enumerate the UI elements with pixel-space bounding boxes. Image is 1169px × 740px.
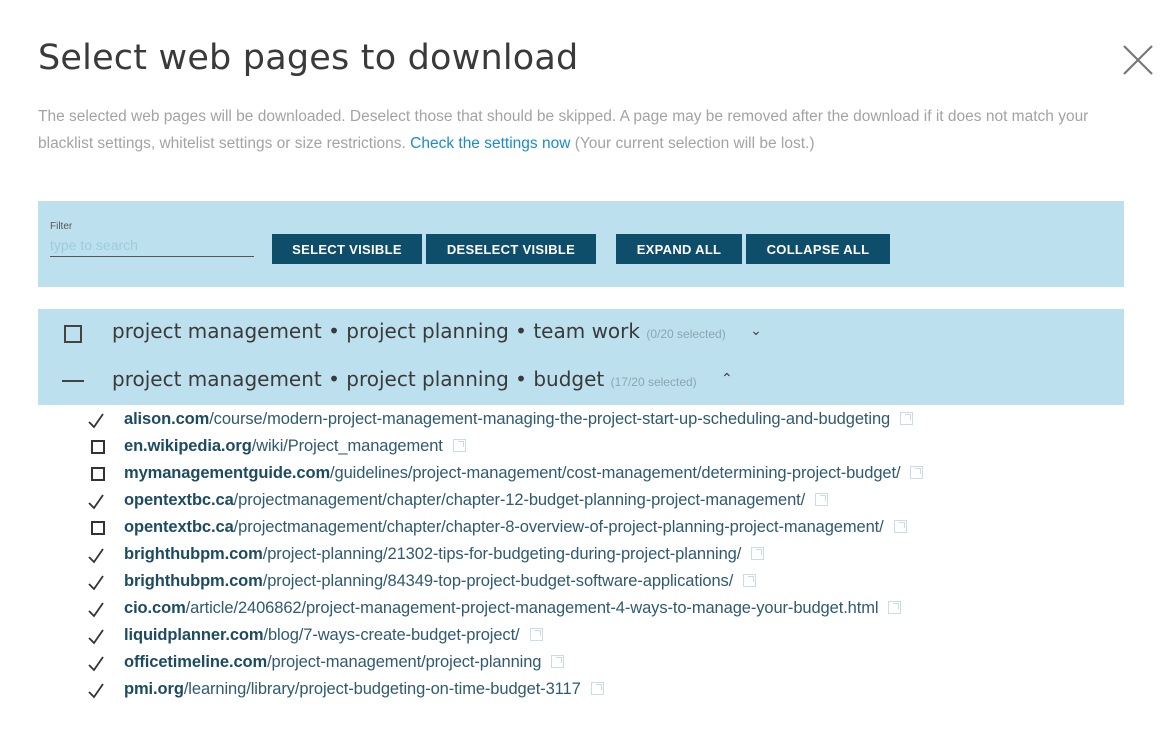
checkmark-icon[interactable] (86, 545, 106, 565)
group-row-team-work[interactable]: project management • project planning • … (38, 309, 1124, 357)
page-url: alison.com/course/modern-project-managem… (124, 410, 914, 429)
group-checkbox[interactable] (64, 325, 82, 343)
checkbox-unchecked[interactable] (91, 467, 105, 481)
checkmark-icon[interactable] (86, 653, 106, 673)
close-icon[interactable] (1118, 40, 1158, 80)
group-label: project management • project planning • … (112, 367, 605, 391)
list-item[interactable]: alison.com/course/modern-project-managem… (38, 406, 1124, 433)
page-path: /guidelines/project-management/cost-mana… (330, 464, 901, 482)
external-link-icon[interactable] (751, 547, 765, 560)
external-link-icon[interactable] (910, 466, 924, 479)
page-domain: opentextbc.ca (124, 491, 234, 509)
list-item[interactable]: liquidplanner.com/blog/7-ways-create-bud… (38, 622, 1124, 649)
external-link-icon[interactable] (743, 574, 757, 587)
page-path: /article/2406862/project-management-proj… (185, 599, 879, 617)
group-label: project management • project planning • … (112, 319, 640, 343)
page-domain: cio.com (124, 599, 186, 617)
external-link-icon[interactable] (888, 601, 902, 614)
checkmark-icon[interactable] (86, 599, 106, 619)
page-url: cio.com/article/2406862/project-manageme… (124, 599, 902, 618)
page-url: brighthubpm.com/project-planning/21302-t… (124, 545, 765, 564)
dialog-description: The selected web pages will be downloade… (38, 103, 1128, 157)
page-domain: brighthubpm.com (124, 545, 263, 563)
page-domain: opentextbc.ca (124, 518, 234, 536)
list-item[interactable]: mymanagementguide.com/guidelines/project… (38, 460, 1124, 487)
page-url: mymanagementguide.com/guidelines/project… (124, 464, 924, 483)
external-link-icon[interactable] (529, 628, 543, 641)
checkmark-icon[interactable] (86, 491, 106, 511)
expand-all-button[interactable]: EXPAND ALL (616, 234, 742, 264)
group-row-budget[interactable]: project management • project planning • … (38, 357, 1124, 405)
page-path: /projectmanagement/chapter/chapter-12-bu… (233, 491, 806, 509)
page-path: /project-planning/84349-top-project-budg… (262, 572, 734, 590)
chevron-down-icon[interactable]: ⌄ (750, 323, 762, 339)
checkmark-icon[interactable] (86, 680, 106, 700)
checkbox-unchecked[interactable] (91, 521, 105, 535)
page-domain: en.wikipedia.org (124, 437, 252, 455)
dialog-title: Select web pages to download (38, 38, 579, 78)
page-path: /blog/7-ways-create-budget-project/ (263, 626, 520, 644)
external-link-icon[interactable] (590, 682, 604, 695)
external-link-icon[interactable] (815, 493, 829, 506)
external-link-icon[interactable] (893, 520, 907, 533)
page-url: pmi.org/learning/library/project-budgeti… (124, 680, 604, 699)
page-domain: alison.com (124, 410, 210, 428)
page-path: /project-planning/21302-tips-for-budgeti… (262, 545, 742, 563)
list-item[interactable]: opentextbc.ca/projectmanagement/chapter/… (38, 487, 1124, 514)
list-item[interactable]: cio.com/article/2406862/project-manageme… (38, 595, 1124, 622)
filter-toolbar: Filter SELECT VISIBLE DESELECT VISIBLE E… (38, 201, 1124, 287)
group-count: (17/20 selected) (610, 375, 697, 389)
deselect-visible-button[interactable]: DESELECT VISIBLE (426, 234, 596, 264)
page-list: alison.com/course/modern-project-managem… (38, 406, 1124, 703)
page-url: en.wikipedia.org/wiki/Project_management (124, 437, 466, 456)
page-path: /learning/library/project-budgeting-on-t… (183, 680, 581, 698)
page-domain: liquidplanner.com (124, 626, 264, 644)
list-item[interactable]: officetimeline.com/project-management/pr… (38, 649, 1124, 676)
checkmark-icon[interactable] (86, 626, 106, 646)
chevron-up-icon[interactable]: ⌃ (721, 371, 733, 387)
external-link-icon[interactable] (452, 439, 466, 452)
list-item[interactable]: en.wikipedia.org/wiki/Project_management (38, 433, 1124, 460)
page-domain: mymanagementguide.com (124, 464, 331, 482)
list-item[interactable]: brighthubpm.com/project-planning/84349-t… (38, 568, 1124, 595)
page-path: /project-management/project-planning (267, 653, 542, 671)
page-url: opentextbc.ca/projectmanagement/chapter/… (124, 518, 907, 537)
checkmark-icon[interactable] (86, 572, 106, 592)
description-note: (Your current selection will be lost.) (570, 135, 815, 152)
partial-checkbox-icon[interactable] (62, 380, 84, 382)
list-item[interactable]: opentextbc.ca/projectmanagement/chapter/… (38, 514, 1124, 541)
checkbox-unchecked[interactable] (91, 440, 105, 454)
page-path: /projectmanagement/chapter/chapter-8-ove… (233, 518, 884, 536)
list-item[interactable]: pmi.org/learning/library/project-budgeti… (38, 676, 1124, 703)
filter-input[interactable] (50, 234, 254, 257)
page-path: /wiki/Project_management (251, 437, 443, 455)
page-url: brighthubpm.com/project-planning/84349-t… (124, 572, 757, 591)
external-link-icon[interactable] (900, 412, 914, 425)
checkmark-icon[interactable] (86, 410, 106, 430)
filter-label: Filter (50, 221, 73, 232)
page-domain: pmi.org (124, 680, 184, 698)
list-item[interactable]: brighthubpm.com/project-planning/21302-t… (38, 541, 1124, 568)
page-path: /course/modern-project-management-managi… (209, 410, 891, 428)
external-link-icon[interactable] (551, 655, 565, 668)
group-count: (0/20 selected) (646, 327, 726, 341)
check-settings-link[interactable]: Check the settings now (410, 135, 570, 152)
page-domain: brighthubpm.com (124, 572, 263, 590)
collapse-all-button[interactable]: COLLAPSE ALL (746, 234, 890, 264)
select-visible-button[interactable]: SELECT VISIBLE (272, 234, 422, 264)
page-url: opentextbc.ca/projectmanagement/chapter/… (124, 491, 829, 510)
page-url: liquidplanner.com/blog/7-ways-create-bud… (124, 626, 543, 645)
page-url: officetimeline.com/project-management/pr… (124, 653, 565, 672)
page-domain: officetimeline.com (124, 653, 268, 671)
